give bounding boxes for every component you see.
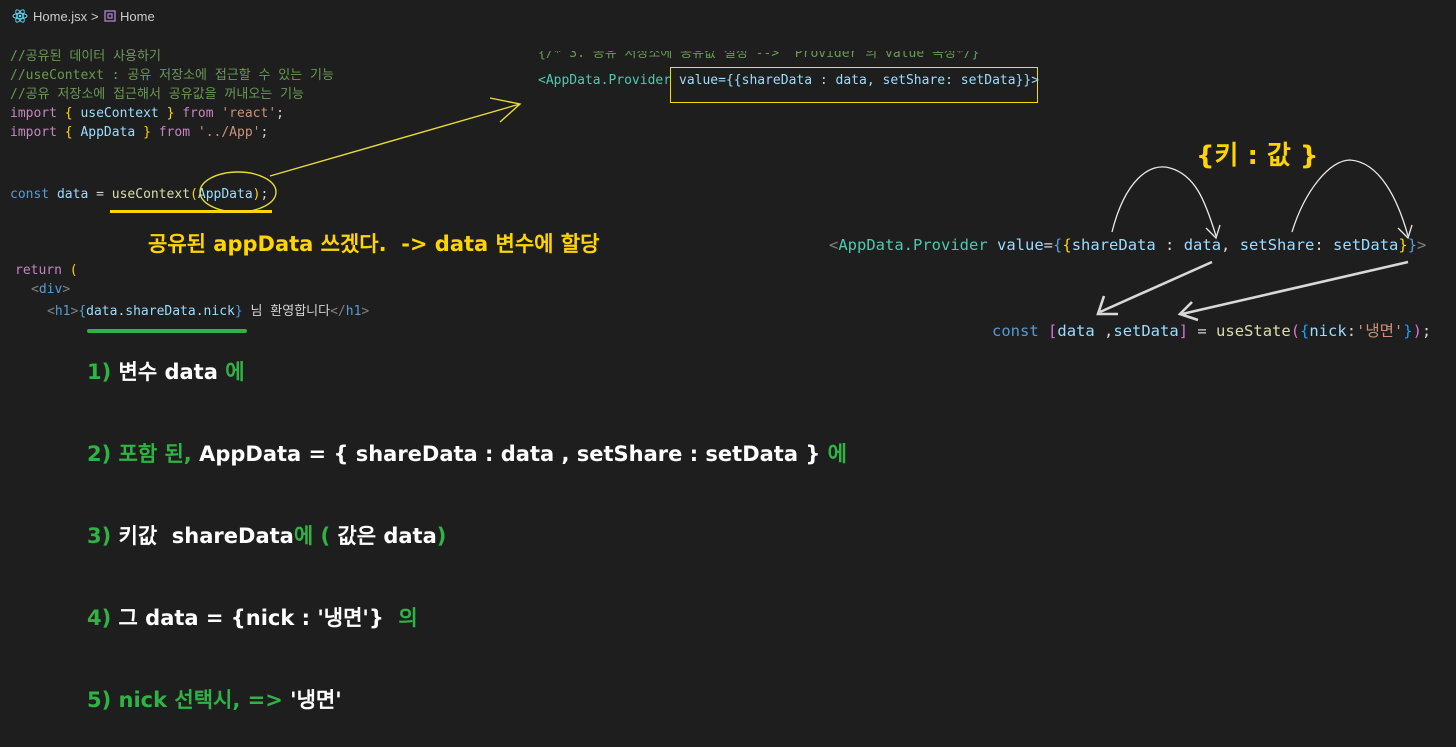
yellow-underline <box>110 210 272 213</box>
step-2: 2) 포함 된, AppData = { shareData : data , … <box>87 442 847 466</box>
breadcrumb-file[interactable]: Home.jsx <box>33 9 87 24</box>
chevron-right-icon: > <box>91 9 99 24</box>
code-return-line: return ( <box>15 263 78 278</box>
step-1: 1) 변수 data 에 <box>87 360 245 384</box>
code-import-line: import { AppData } from '../App'; <box>10 125 269 140</box>
code-const-line: const data = useContext(AppData); <box>10 187 269 202</box>
step-3: 3) 키값 shareData에 ( 값은 data) <box>87 524 447 548</box>
use-state-line: const [data ,setData] = useState({nick:'… <box>992 322 1432 340</box>
code-h1-line: <h1>{data.shareData.nick} 님 환영합니다</h1> <box>47 304 370 319</box>
code-comment-line: //공유된 데이터 사용하기 <box>10 49 161 64</box>
code-comment-line: {/* 3. 공유 저장소에 공유값 설정 --> Provider 의 val… <box>538 51 980 61</box>
react-icon <box>12 9 28 23</box>
arrow-to-provider-head <box>489 97 522 123</box>
breadcrumb-symbol[interactable]: Home <box>120 9 155 24</box>
arrow-to-provider <box>269 103 521 177</box>
provider-value-attr: value={{shareData : data, setShare: setD… <box>679 73 1040 88</box>
key-value-label: {키 : 값 } <box>1196 141 1319 171</box>
arrow-data-to-state-head <box>1096 295 1118 316</box>
provider-line: <AppData.Provider value={{shareData : da… <box>829 236 1427 254</box>
code-div-line: <div> <box>31 282 71 297</box>
curve-arrow-key1 <box>1111 166 1217 237</box>
code-comment-line: //공유 저장소에 접근해서 공유값을 꺼내오는 기능 <box>10 87 304 102</box>
green-underline <box>87 329 247 333</box>
arrow-setdata-to-state <box>1181 260 1409 316</box>
code-import-line: import { useContext } from 'react'; <box>10 106 284 121</box>
arrow-setdata-to-state-head <box>1177 301 1199 322</box>
step-4: 4) 그 data = {nick : '냉면'} 의 <box>87 606 418 630</box>
cube-icon <box>104 10 116 22</box>
provider-tag: <AppData.Provider <box>538 73 672 88</box>
arrow-data-to-state <box>1099 260 1213 314</box>
breadcrumb: Home.jsx > Home <box>0 0 1456 32</box>
code-comment-line: //useContext : 공유 저장소에 접근할 수 있는 기능 <box>10 68 334 83</box>
assign-note: 공유된 appData 쓰겠다. -> data 변수에 할당 <box>148 232 600 256</box>
step-5: 5) nick 선택시, => '냉면' <box>87 688 342 712</box>
